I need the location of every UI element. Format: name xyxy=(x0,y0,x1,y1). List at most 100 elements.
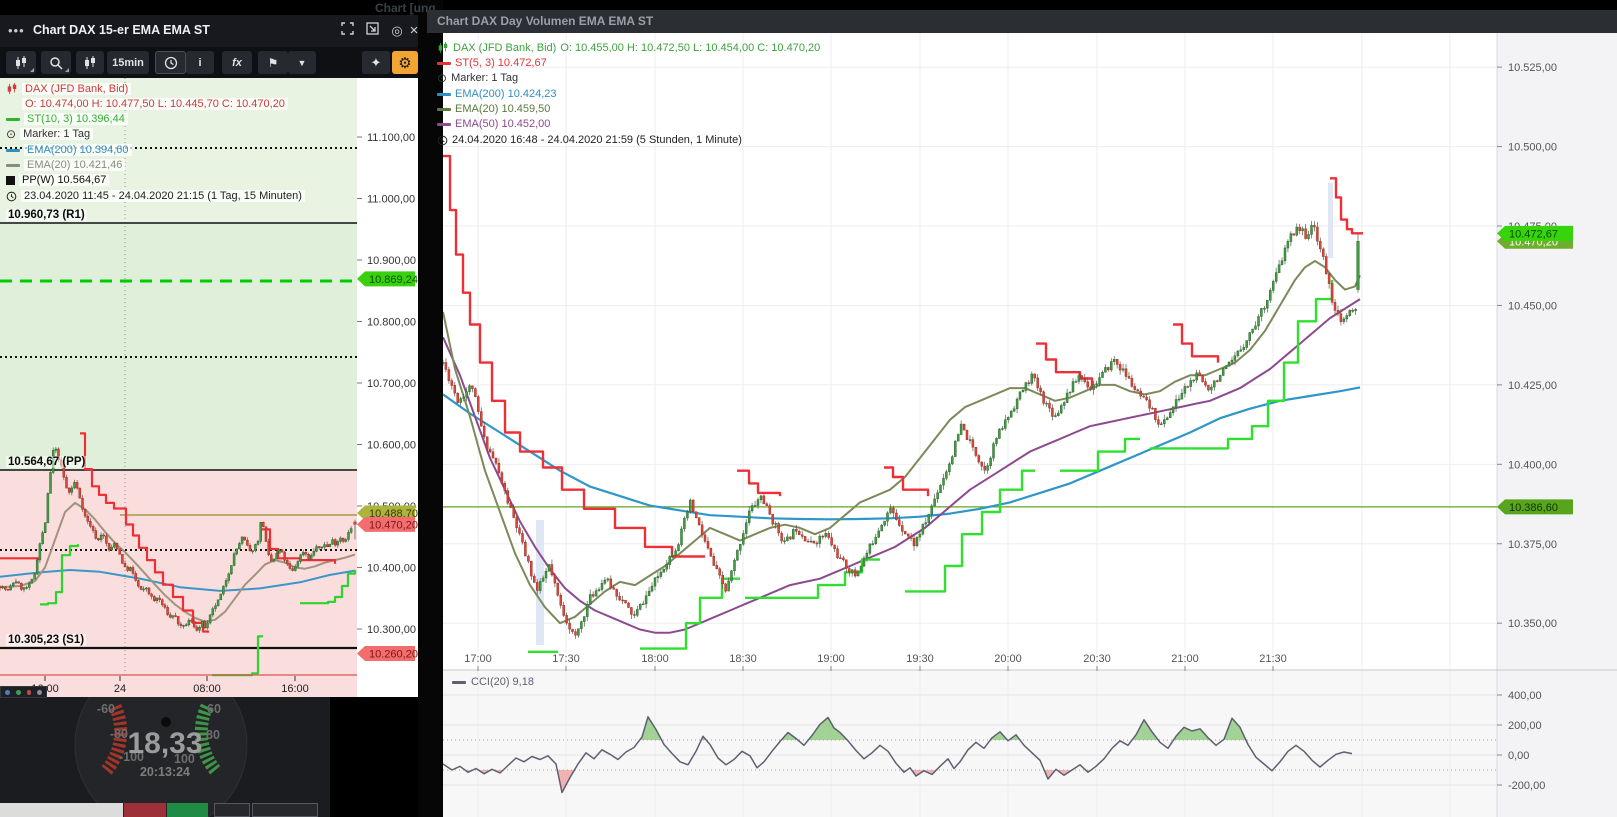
left-window-title: Chart DAX 15-er EMA EMA ST xyxy=(33,23,210,37)
ohlc-values: O: 10.455,00 H: 10.472,50 L: 10.454,00 C… xyxy=(560,42,820,54)
left-legend-ema200-row: EMA(200) 10.394,60 xyxy=(6,143,132,157)
price-pill-label: 10.260,20 xyxy=(369,648,418,660)
bottom-field-2[interactable] xyxy=(252,803,318,817)
ema50-swatch xyxy=(437,123,451,126)
charts-canvas[interactable]: 16:002408:0016:0011.100,0011.000,0010.90… xyxy=(0,0,1617,817)
bookmark-dropdown-button[interactable]: ▼ xyxy=(288,51,316,74)
indicator-button[interactable] xyxy=(76,51,104,74)
y-axis-label: 10.525,00 xyxy=(1508,62,1557,74)
pivot-s1-label: 10.305,23 (S1) xyxy=(6,634,86,646)
left-legend-ohlc-row: O: 10.474,00 H: 10.477,50 L: 10.445,70 C… xyxy=(22,97,288,111)
st-label: ST(10, 3) 10.396,44 xyxy=(24,113,128,125)
gauge-timestamp: 20:13:24 xyxy=(0,765,330,779)
y-axis-label: 10.300,00 xyxy=(367,624,416,636)
cci-label: CCI(20) 9,18 xyxy=(471,676,534,688)
clock-icon xyxy=(437,135,448,146)
left-legend-st-row: ST(10, 3) 10.396,44 xyxy=(6,112,128,126)
price-pill-label: 10.386,60 xyxy=(1509,502,1558,514)
chevron-down-icon: ▼ xyxy=(298,58,307,68)
dock-dot-blue[interactable] xyxy=(5,690,10,695)
interval-button[interactable]: 15min xyxy=(107,51,149,74)
x-axis-label: 24 xyxy=(114,683,126,695)
left-toolbar: 15min i fx ⚑ ▼ ✦ ⚙ xyxy=(0,47,418,78)
mini-dock[interactable] xyxy=(0,686,47,698)
symbol-label: DAX (JFD Bank, Bid) xyxy=(22,83,131,95)
y-axis-label: 10.450,00 xyxy=(1508,300,1557,312)
x-axis-label: 18:30 xyxy=(729,653,757,665)
marker-label: Marker: 1 Tag xyxy=(20,128,93,140)
y-axis-label: 10.700,00 xyxy=(367,378,416,390)
close-icon[interactable]: × xyxy=(405,22,423,40)
focus-target-icon[interactable]: ◎ xyxy=(388,22,406,40)
menu-ellipsis-icon[interactable]: ••• xyxy=(8,23,25,38)
gauge-tick--60: -60 xyxy=(85,702,115,716)
y-axis-label: 11.000,00 xyxy=(367,194,415,206)
dock-dot-red[interactable] xyxy=(27,690,32,695)
info-icon: i xyxy=(198,57,201,69)
sparkle-button[interactable]: ✦ xyxy=(362,51,390,74)
marker-icon: ⊙ xyxy=(6,129,16,139)
sparkle-icon: ✦ xyxy=(371,55,382,71)
bottom-field-1[interactable] xyxy=(214,803,250,817)
time-button[interactable] xyxy=(155,51,186,74)
pivot-pp-label: 10.564,67 (PP) xyxy=(6,456,87,468)
range-label: 24.04.2020 16:48 - 24.04.2020 21:59 (5 S… xyxy=(452,134,742,146)
chart-type-caret-icon xyxy=(30,68,34,72)
y-axis-label: 10.800,00 xyxy=(367,317,416,329)
gear-icon: ⚙ xyxy=(398,54,411,72)
left-window-titlebar[interactable]: ••• Chart DAX 15-er EMA EMA ST ◎ × xyxy=(0,15,418,47)
fullscreen-icon[interactable] xyxy=(338,22,356,40)
cci-axis-label: 200,00 xyxy=(1508,720,1542,732)
bookmark-button[interactable]: ⚑ xyxy=(258,51,288,74)
right-legend-range-row: 24.04.2020 16:48 - 24.04.2020 21:59 (5 S… xyxy=(437,133,742,147)
search-icon xyxy=(49,56,63,70)
right-window-titlebar[interactable]: Chart DAX Day Volumen EMA EMA ST xyxy=(427,10,1617,33)
right-window-title: Chart DAX Day Volumen EMA EMA ST xyxy=(437,14,653,28)
ema20-swatch xyxy=(6,164,20,167)
right-chart: 17:0017:3018:0018:3019:0019:3020:0020:30… xyxy=(442,33,1617,817)
symbol-label: DAX (JFD Bank, Bid) xyxy=(453,42,556,54)
right-legend-symbol-row: DAX (JFD Bank, Bid) O: 10.455,00 H: 10.4… xyxy=(437,41,820,55)
open-in-window-icon[interactable] xyxy=(363,22,381,40)
y-axis-label: 10.375,00 xyxy=(1508,539,1557,551)
right-legend-marker-row: ⊙ Marker: 1 Tag xyxy=(437,71,518,85)
x-axis-label: 19:00 xyxy=(817,653,845,665)
x-axis-label: 18:00 xyxy=(641,653,669,665)
cci-axis-label: 0,00 xyxy=(1508,750,1529,762)
settings-button[interactable]: ⚙ xyxy=(392,51,418,74)
search-button[interactable] xyxy=(41,51,71,74)
left-legend-ema20-row: EMA(20) 10.421,46 xyxy=(6,158,125,172)
right-legend-ema20-row: EMA(20) 10.459,50 xyxy=(437,102,550,116)
bookmark-icon: ⚑ xyxy=(268,56,279,70)
info-button[interactable]: i xyxy=(186,51,214,74)
bottom-panel-light xyxy=(0,803,123,817)
buy-button[interactable] xyxy=(167,803,208,817)
instrument-icon xyxy=(437,42,449,54)
y-axis-label: 11.100,00 xyxy=(367,132,415,144)
sell-button[interactable] xyxy=(124,803,166,817)
st-label: ST(5, 3) 10.472,67 xyxy=(455,57,547,69)
marker-label: Marker: 1 Tag xyxy=(451,72,518,84)
dock-dot-green[interactable] xyxy=(16,690,21,695)
x-axis-label: 20:00 xyxy=(994,653,1022,665)
ema50-label: EMA(50) 10.452,00 xyxy=(455,118,550,130)
y-axis-label: 10.500,00 xyxy=(1508,142,1557,154)
gauge-needle-dot xyxy=(161,717,171,727)
bottom-button-row xyxy=(0,803,418,817)
x-axis-label: 17:30 xyxy=(552,653,580,665)
interval-label: 15min xyxy=(112,57,144,69)
fx-icon: fx xyxy=(232,57,242,69)
x-axis-label: 08:00 xyxy=(193,683,221,695)
fx-button[interactable]: fx xyxy=(222,51,252,74)
st-swatch xyxy=(6,118,20,121)
dock-dot-gray[interactable] xyxy=(37,690,42,695)
chart-type-button[interactable] xyxy=(6,51,36,74)
x-axis-label: 16:00 xyxy=(281,683,309,695)
y-axis-label: 10.425,00 xyxy=(1508,380,1557,392)
x-axis-label: 21:00 xyxy=(1171,653,1199,665)
cci-gauge-panel: -60 -80 -100 60 80 100 18,33 20:13:24 xyxy=(0,697,330,817)
right-legend-ema200-row: EMA(200) 10.424,23 xyxy=(437,87,557,101)
y-axis-label: 10.900,00 xyxy=(367,255,416,267)
pp-swatch xyxy=(6,176,15,185)
left-legend-marker-row: ⊙ Marker: 1 Tag xyxy=(6,127,93,141)
